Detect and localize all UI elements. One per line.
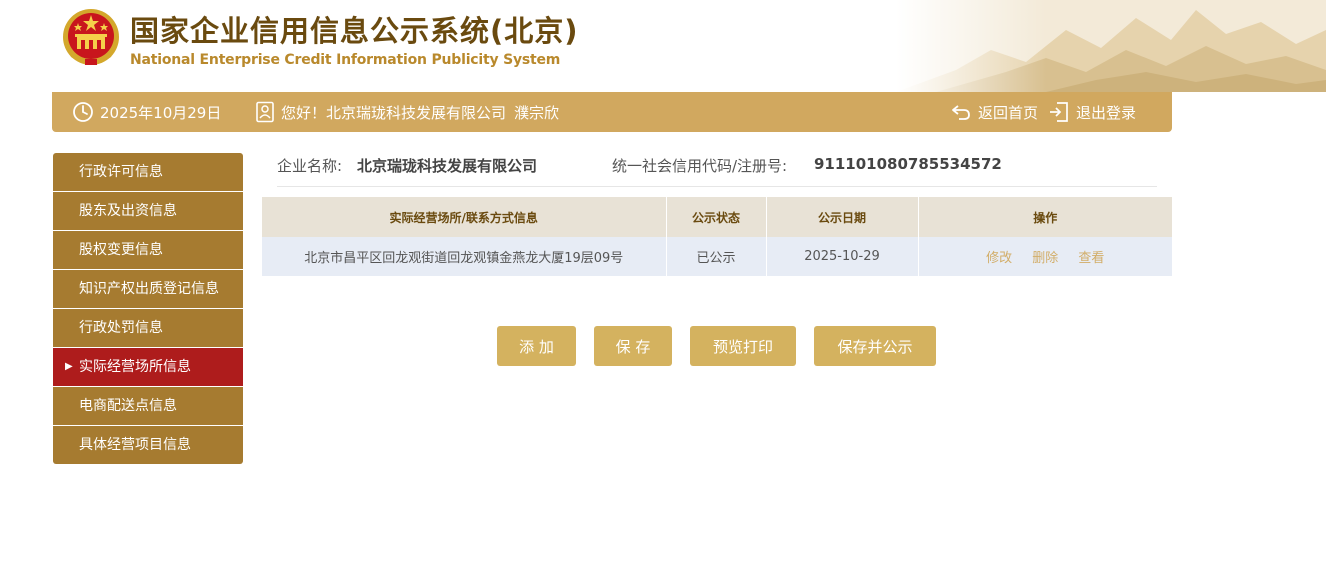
sidebar-item-admin-penalty[interactable]: 行政处罚信息 — [53, 309, 243, 347]
caret-right-icon: ▶ — [65, 361, 73, 372]
premises-table: 实际经营场所/联系方式信息 公示状态 公示日期 操作 北京市昌平区回龙观街道回龙… — [262, 197, 1172, 276]
save-and-publish-button[interactable]: 保存并公示 — [814, 326, 936, 366]
company-name-label: 企业名称: — [277, 157, 343, 175]
national-emblem-icon — [63, 9, 119, 65]
sidebar-item-label: 股权变更信息 — [79, 242, 163, 258]
greeting-text: 您好！北京瑞珑科技发展有限公司 — [281, 103, 507, 122]
sidebar-item-admin-license[interactable]: 行政许可信息 — [53, 153, 243, 191]
address-cell: 北京市昌平区回龙观街道回龙观镇金燕龙大厦19层09号 — [262, 237, 667, 276]
top-bar: 2025年10月29日 您好！北京瑞珑科技发展有限公司 濮宗欣 返回首页 退出登… — [52, 92, 1172, 132]
sidebar-item-label: 股东及出资信息 — [79, 203, 177, 219]
user-id-icon — [256, 101, 274, 123]
table-row: 北京市昌平区回龙观街道回龙观镇金燕龙大厦19层09号 已公示 2025-10-2… — [262, 237, 1172, 276]
mountain-landscape-background — [896, 0, 1326, 92]
return-home-link[interactable]: 返回首页 — [950, 92, 1038, 132]
sidebar-item-label: 电商配送点信息 — [79, 398, 177, 414]
sidebar-item-business-premises[interactable]: ▶ 实际经营场所信息 — [53, 348, 243, 386]
return-home-label: 返回首页 — [978, 103, 1039, 122]
sidebar-item-ecommerce-delivery[interactable]: 电商配送点信息 — [53, 387, 243, 425]
column-header: 实际经营场所/联系方式信息 — [262, 197, 667, 237]
company-info: 企业名称: 北京瑞珑科技发展有限公司 统一社会信用代码/注册号: 9111010… — [277, 155, 1157, 187]
system-title-english: National Enterprise Credit Information P… — [130, 52, 561, 68]
sidebar-item-shareholders[interactable]: 股东及出资信息 — [53, 192, 243, 230]
return-icon — [952, 105, 970, 120]
logout-label: 退出登录 — [1076, 103, 1137, 122]
sidebar-item-label: 具体经营项目信息 — [79, 437, 191, 453]
clock-icon — [73, 102, 93, 122]
sidebar-item-label: 实际经营场所信息 — [79, 359, 191, 375]
user-greeting: 您好！北京瑞珑科技发展有限公司 濮宗欣 — [255, 92, 559, 132]
table-header-row: 实际经营场所/联系方式信息 公示状态 公示日期 操作 — [262, 197, 1172, 237]
username-text: 濮宗欣 — [514, 103, 560, 122]
sidebar-item-label: 知识产权出质登记信息 — [79, 281, 219, 297]
sidebar: 行政许可信息 股东及出资信息 股权变更信息 知识产权出质登记信息 行政处罚信息 … — [53, 153, 243, 465]
sidebar-item-business-items[interactable]: 具体经营项目信息 — [53, 426, 243, 464]
preview-print-button[interactable]: 预览打印 — [690, 326, 796, 366]
actions-cell: 修改 删除 查看 — [918, 237, 1172, 276]
sidebar-item-equity-change[interactable]: 股权变更信息 — [53, 231, 243, 269]
column-header: 公示日期 — [766, 197, 919, 237]
date-text: 2025年10月29日 — [100, 103, 222, 122]
status-cell: 已公示 — [666, 237, 767, 276]
save-button[interactable]: 保 存 — [594, 326, 672, 366]
sidebar-item-label: 行政处罚信息 — [79, 320, 163, 336]
header: 国家企业信用信息公示系统(北京) National Enterprise Cre… — [0, 0, 1326, 92]
company-name: 北京瑞珑科技发展有限公司 — [357, 157, 538, 175]
system-title: 国家企业信用信息公示系统(北京) — [130, 14, 579, 48]
current-date: 2025年10月29日 — [72, 92, 221, 132]
sidebar-item-ip-pledge[interactable]: 知识产权出质登记信息 — [53, 270, 243, 308]
delete-link[interactable]: 删除 — [1032, 251, 1058, 266]
credit-code: 911101080785534572 — [814, 155, 1002, 173]
logout-icon — [1050, 102, 1068, 122]
column-header: 操作 — [918, 197, 1172, 237]
sidebar-item-label: 行政许可信息 — [79, 164, 163, 180]
credit-code-label: 统一社会信用代码/注册号: — [612, 157, 788, 175]
date-cell: 2025-10-29 — [766, 237, 919, 276]
view-link[interactable]: 查看 — [1078, 251, 1104, 266]
logout-link[interactable]: 退出登录 — [1048, 92, 1136, 132]
add-button[interactable]: 添 加 — [497, 326, 576, 366]
edit-link[interactable]: 修改 — [986, 251, 1012, 266]
column-header: 公示状态 — [666, 197, 767, 237]
